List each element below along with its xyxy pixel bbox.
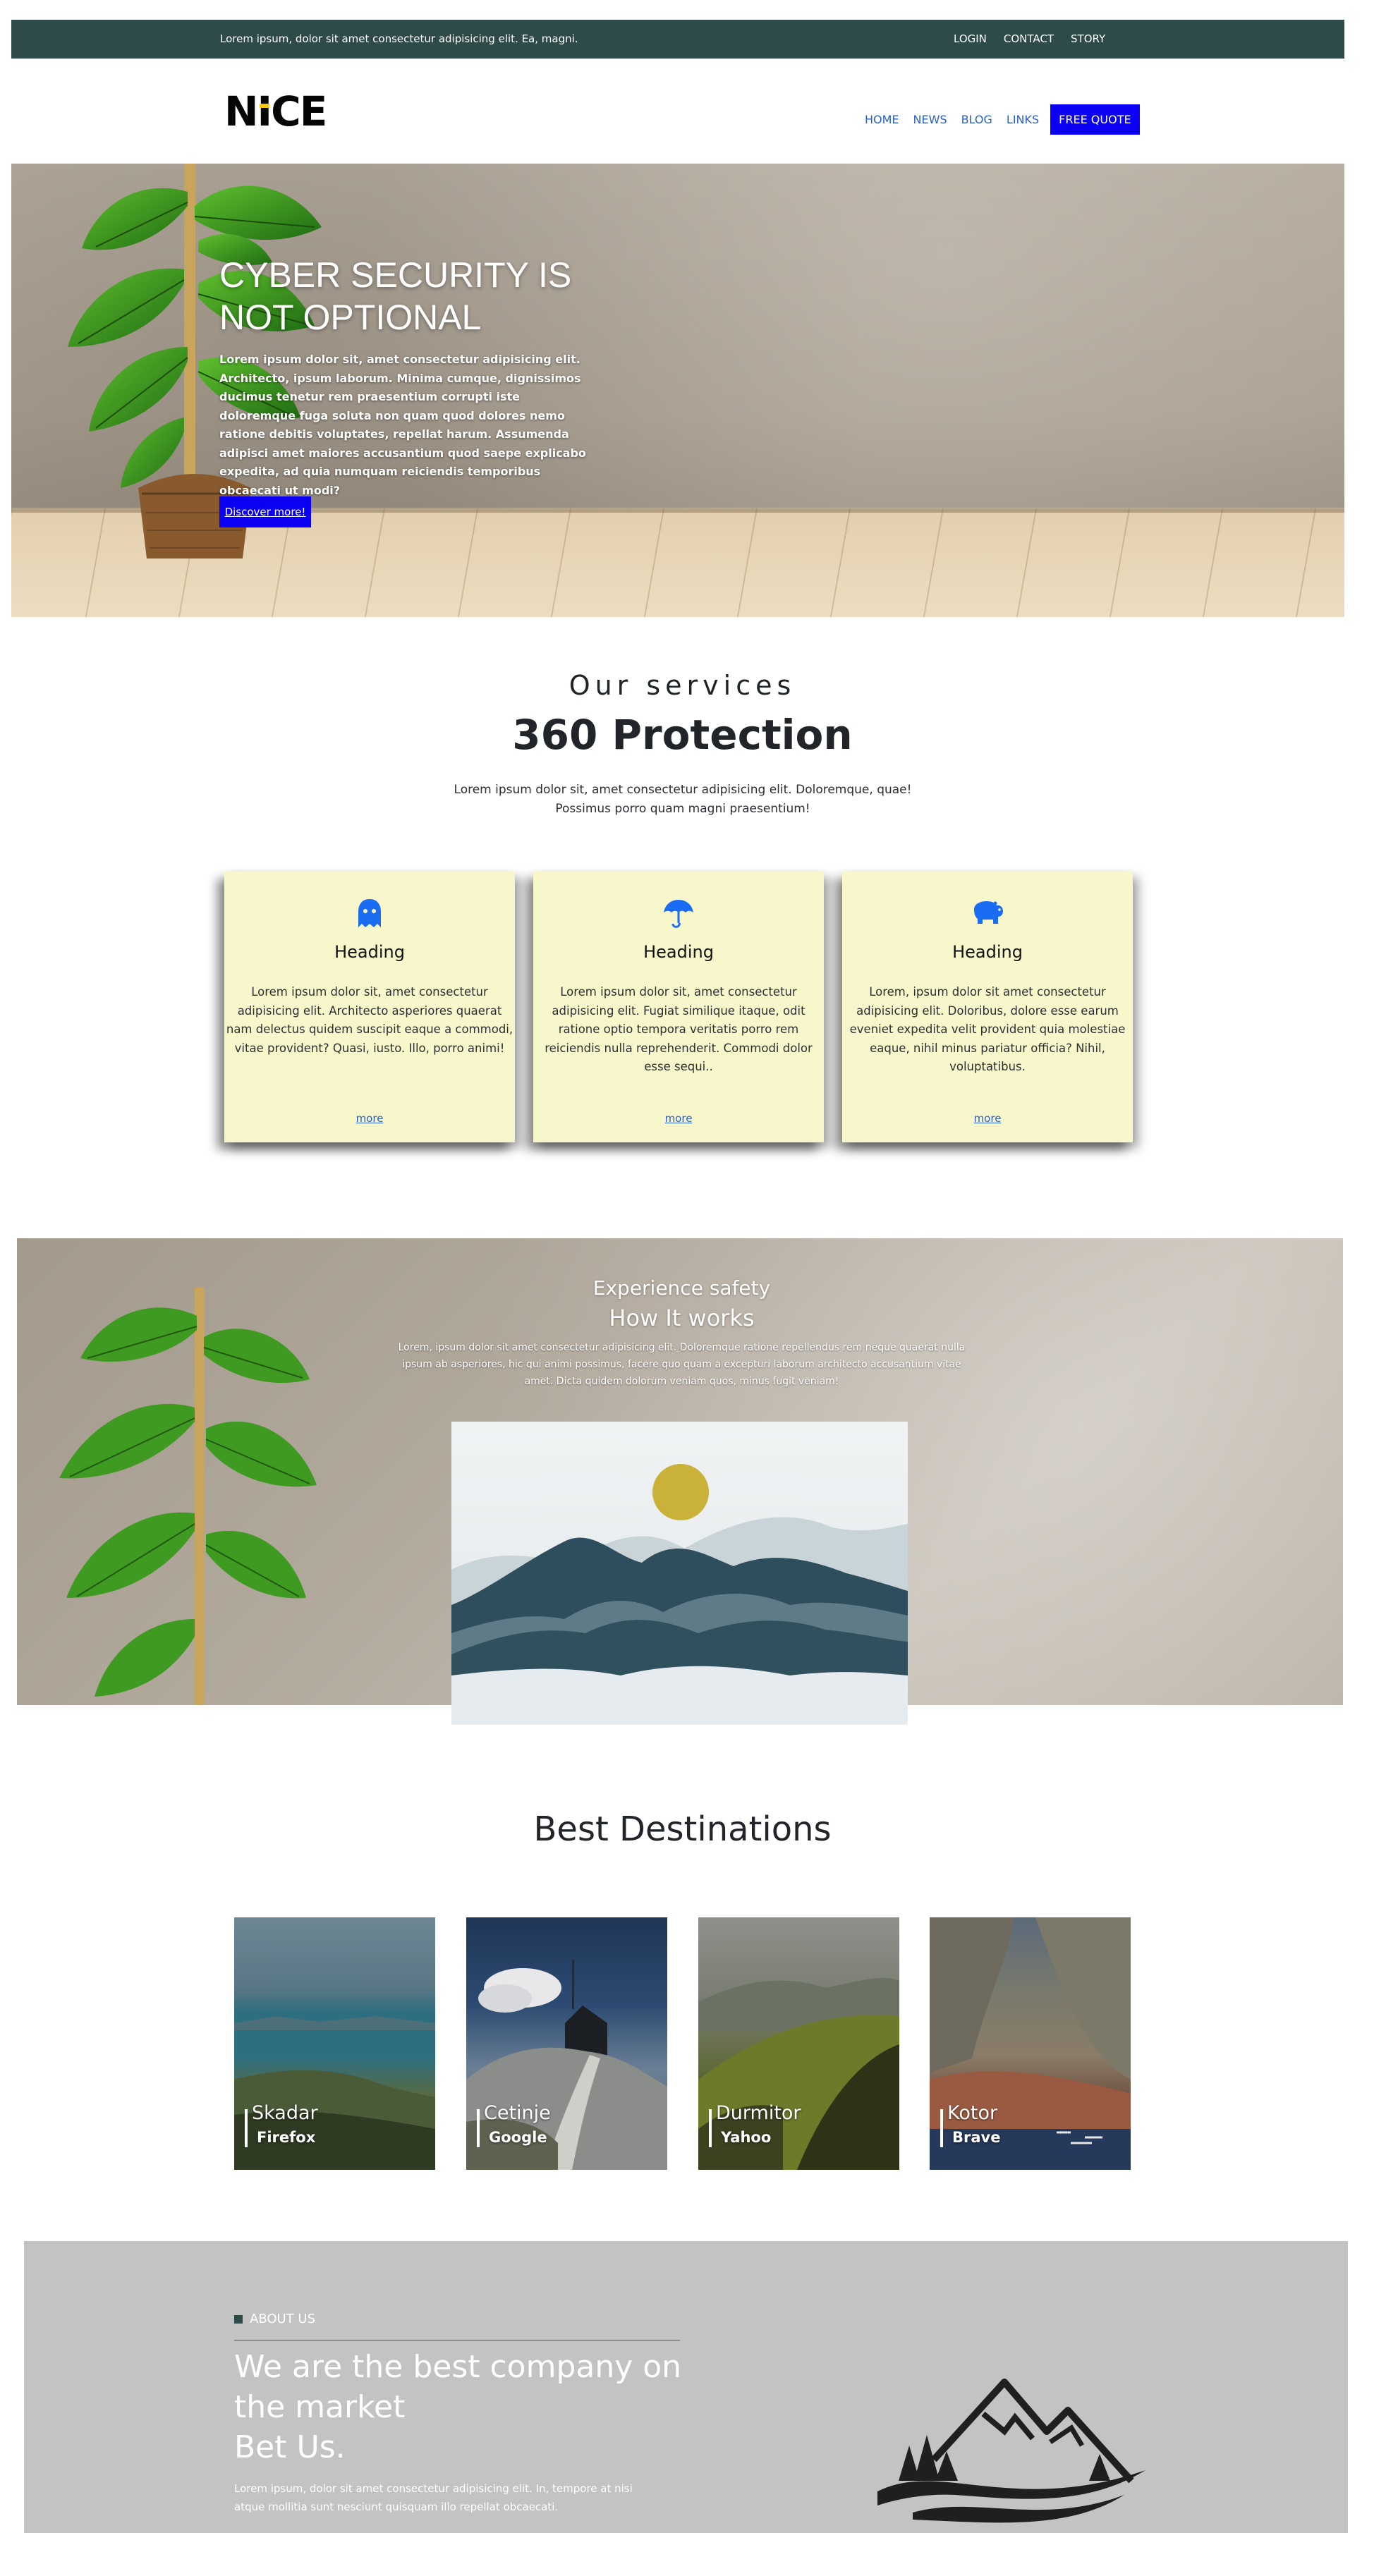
services-kicker: Our services bbox=[569, 670, 796, 701]
durmitor-subtitle: Yahoo bbox=[721, 2129, 772, 2146]
service-card-3-text: Lorem, ipsum dolor sit amet consectetur … bbox=[849, 985, 1126, 1073]
nav-news[interactable]: NEWS bbox=[913, 113, 947, 126]
service-card-1-heading: Heading bbox=[334, 942, 405, 962]
umbrella-icon bbox=[664, 900, 693, 928]
service-card-2: Heading Lorem ipsum dolor sit, amet cons… bbox=[533, 872, 824, 1142]
service-card-3-heading: Heading bbox=[952, 942, 1023, 962]
top-bar-links: LOGIN CONTACT STORY bbox=[954, 32, 1105, 45]
service-card-3-more-link[interactable]: more bbox=[842, 1112, 1133, 1125]
service-card-1: Heading Lorem ipsum dolor sit, amet cons… bbox=[224, 872, 515, 1142]
contact-link[interactable]: CONTACT bbox=[1004, 32, 1054, 45]
logo-accent-mark bbox=[259, 104, 269, 108]
about-kicker-label: ABOUT US bbox=[250, 2312, 316, 2326]
how-title: How It works bbox=[609, 1305, 755, 1331]
about-title-line-1: We are the best company on bbox=[234, 2349, 682, 2385]
durmitor-name: Durmitor bbox=[716, 2102, 801, 2124]
destination-card-cetinje[interactable]: Cetinje Google bbox=[466, 1917, 667, 2170]
durmitor-accent-bar bbox=[709, 2109, 712, 2147]
services-title: 360 Protection bbox=[512, 711, 853, 759]
cetinje-subtitle: Google bbox=[489, 2129, 547, 2146]
nav-links[interactable]: LINKS bbox=[1007, 113, 1039, 126]
hero-title: CYBER SECURITY IS NOT OPTIONAL bbox=[219, 255, 572, 337]
top-bar-message: Lorem ipsum, dolor sit amet consectetur … bbox=[220, 32, 578, 45]
login-link[interactable]: LOGIN bbox=[954, 32, 987, 45]
destination-card-durmitor[interactable]: Durmitor Yahoo bbox=[698, 1917, 899, 2170]
cetinje-name: Cetinje bbox=[484, 2102, 551, 2124]
service-card-2-more-link[interactable]: more bbox=[533, 1112, 824, 1125]
about-divider bbox=[234, 2340, 680, 2341]
mountain-logo-icon bbox=[877, 2379, 1145, 2523]
free-quote-button[interactable]: FREE QUOTE bbox=[1050, 104, 1140, 135]
ghost-icon bbox=[358, 899, 381, 927]
destinations-title: Best Destinations bbox=[533, 1809, 832, 1849]
kotor-name: Kotor bbox=[947, 2102, 998, 2124]
logo-text-ce: CE bbox=[271, 87, 327, 135]
about-text: Lorem ipsum, dolor sit amet consectetur … bbox=[234, 2482, 633, 2513]
discover-more-button[interactable]: Discover more! bbox=[219, 496, 311, 527]
how-text: Lorem, ipsum dolor sit amet consectetur … bbox=[398, 1342, 966, 1387]
service-card-1-text: Lorem ipsum dolor sit, amet consectetur … bbox=[226, 985, 513, 1055]
skadar-subtitle: Firefox bbox=[257, 2129, 316, 2146]
skadar-accent-bar bbox=[245, 2109, 248, 2147]
nav-home[interactable]: HOME bbox=[865, 113, 899, 126]
logo-text-n: N bbox=[224, 87, 259, 135]
hero-banner: CYBER SECURITY IS NOT OPTIONAL Lorem ips… bbox=[11, 164, 1344, 617]
service-card-2-text: Lorem ipsum dolor sit, amet consectetur … bbox=[545, 985, 813, 1073]
logo-text-i: I bbox=[257, 87, 273, 135]
about-title-line-3: Bet Us. bbox=[234, 2429, 346, 2465]
kotor-subtitle: Brave bbox=[952, 2129, 1001, 2146]
about-title-line-2: the market bbox=[234, 2389, 406, 2425]
skadar-name: Skadar bbox=[252, 2102, 318, 2124]
how-plant-image bbox=[59, 1288, 317, 1705]
about-title: We are the best company on the market Be… bbox=[234, 2347, 700, 2467]
cetinje-accent-bar bbox=[477, 2109, 480, 2147]
story-link[interactable]: STORY bbox=[1071, 32, 1105, 45]
service-card-3: Heading Lorem, ipsum dolor sit amet cons… bbox=[842, 872, 1133, 1142]
service-card-1-more-link[interactable]: more bbox=[224, 1112, 515, 1125]
nav-blog[interactable]: BLOG bbox=[961, 113, 992, 126]
service-card-2-heading: Heading bbox=[643, 942, 714, 962]
site-logo[interactable]: NI CE bbox=[224, 91, 327, 132]
top-bar: Lorem ipsum, dolor sit amet consectetur … bbox=[11, 20, 1344, 59]
about-kicker: ABOUT US bbox=[234, 2312, 315, 2326]
services-intro: Lorem ipsum dolor sit, amet consectetur … bbox=[454, 783, 912, 816]
main-nav: HOME NEWS BLOG LINKS FREE QUOTE bbox=[865, 104, 1140, 135]
destination-card-kotor[interactable]: Kotor Brave bbox=[930, 1917, 1131, 2170]
hero-text: Lorem ipsum dolor sit, amet consectetur … bbox=[219, 353, 586, 497]
destination-card-skadar[interactable]: Skadar Firefox bbox=[234, 1917, 435, 2170]
hippo-icon bbox=[974, 901, 1003, 924]
kotor-accent-bar bbox=[940, 2109, 943, 2147]
about-section: ABOUT US We are the best company on the … bbox=[24, 2241, 1348, 2533]
mountain-artwork bbox=[451, 1422, 908, 1725]
mountain-illustration bbox=[451, 1464, 908, 1725]
about-kicker-square-icon bbox=[234, 2314, 243, 2324]
how-kicker: Experience safety bbox=[592, 1276, 771, 1300]
logo-text-i-wrap: I bbox=[257, 91, 273, 132]
